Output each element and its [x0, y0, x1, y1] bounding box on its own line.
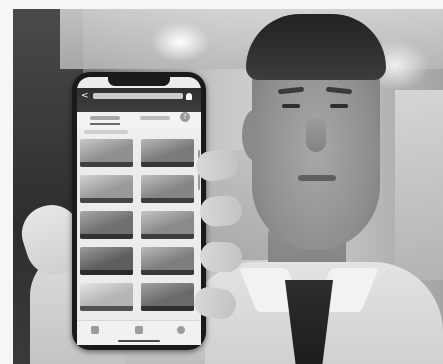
camera-thumbnail[interactable]: [141, 283, 194, 311]
filter-chip[interactable]: [84, 130, 128, 134]
user-icon[interactable]: [177, 326, 185, 334]
camera-thumbnail[interactable]: [80, 211, 133, 239]
camera-thumbnail[interactable]: [141, 211, 194, 239]
bell-icon[interactable]: [186, 93, 192, 100]
camera-thumbnail[interactable]: [80, 175, 133, 203]
phone-notch: [108, 77, 170, 86]
camera-thumbnail-caption: [80, 234, 133, 239]
camera-thumbnail[interactable]: [141, 247, 194, 275]
camera-thumbnail[interactable]: [141, 175, 194, 203]
camera-thumbnail[interactable]: [80, 139, 133, 167]
home-icon[interactable]: [91, 326, 99, 334]
camera-thumbnail[interactable]: [80, 247, 133, 275]
photo-scene: 5:22 ▪▪▮ < ?: [0, 0, 443, 364]
person-eye-right: [330, 104, 348, 108]
photo-border-left: [0, 0, 13, 364]
ceiling-light: [150, 22, 210, 62]
help-icon[interactable]: ?: [180, 112, 190, 122]
list-icon[interactable]: [135, 326, 143, 334]
tab-active-underline: [90, 123, 120, 125]
app-header: [77, 88, 201, 112]
background-panel: [395, 90, 443, 280]
camera-thumbnail-caption: [141, 198, 194, 203]
person-nose: [306, 118, 326, 152]
tab-primary[interactable]: [90, 116, 120, 120]
status-time: 5:22: [86, 79, 100, 86]
back-icon[interactable]: <: [81, 92, 89, 101]
camera-thumbnail-caption: [80, 306, 133, 311]
camera-thumbnail-caption: [141, 162, 194, 167]
person-eye-left: [282, 104, 300, 108]
camera-thumbnail[interactable]: [80, 283, 133, 311]
person-mouth: [298, 175, 336, 181]
person-finger: [199, 241, 243, 273]
camera-thumbnail-caption: [141, 270, 194, 275]
signal-battery-icon: ▪▪▮: [178, 80, 191, 86]
camera-thumbnail-caption: [80, 162, 133, 167]
camera-thumbnail[interactable]: [141, 139, 194, 167]
camera-thumbnail-caption: [141, 306, 194, 311]
home-indicator: [118, 340, 160, 342]
photo-border-top: [0, 0, 443, 9]
camera-thumbnail-caption: [80, 270, 133, 275]
page-title: [93, 93, 183, 99]
camera-thumbnail-caption: [80, 198, 133, 203]
tab-secondary[interactable]: [140, 116, 170, 120]
camera-thumbnail-caption: [141, 234, 194, 239]
